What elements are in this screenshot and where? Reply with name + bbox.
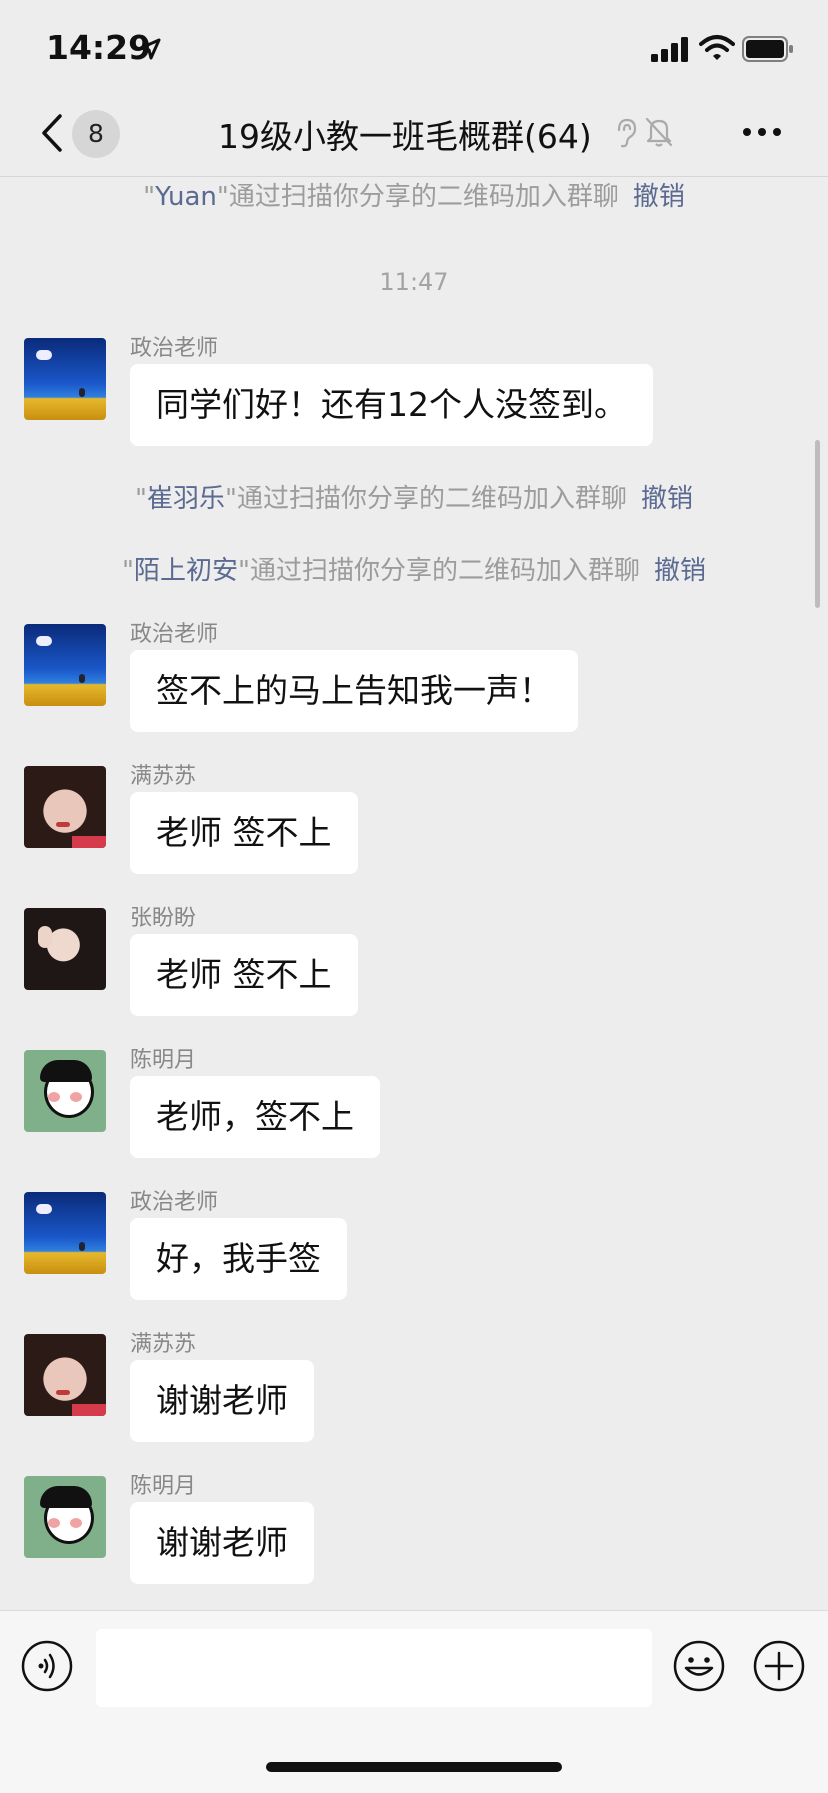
shirt-shape xyxy=(72,1404,106,1416)
avatar[interactable] xyxy=(24,1192,106,1274)
emoji-icon[interactable] xyxy=(672,1639,726,1693)
more-dots-icon[interactable] xyxy=(742,126,782,138)
tree-shape xyxy=(79,1242,85,1251)
wifi-icon xyxy=(699,35,735,60)
chat-header: 8 19级小教一班毛概群(64) xyxy=(0,100,828,177)
system-join-message: "崔羽乐"通过扫描你分享的二维码加入群聊 撤销 xyxy=(0,478,828,515)
avatar[interactable] xyxy=(24,766,106,848)
message-bubble[interactable]: 谢谢老师 xyxy=(130,1360,314,1442)
message-bubble[interactable]: 谢谢老师 xyxy=(130,1502,314,1584)
avatar[interactable] xyxy=(24,624,106,706)
hand-shape xyxy=(38,926,52,948)
message-bubble[interactable]: 签不上的马上告知我一声！ xyxy=(130,650,578,732)
unread-count-badge[interactable]: 8 xyxy=(72,110,120,158)
voice-icon[interactable] xyxy=(20,1639,74,1693)
chat-message: 陈明月 老师，签不上 xyxy=(0,1048,828,1158)
quote-open: " xyxy=(122,556,134,586)
scroll-indicator[interactable] xyxy=(815,440,820,608)
joined-member-name[interactable]: Yuan xyxy=(155,182,217,212)
message-bubble[interactable]: 老师 签不上 xyxy=(130,934,358,1016)
revoke-link[interactable]: 撤销 xyxy=(641,484,693,514)
chat-message: 张盼盼 老师 签不上 xyxy=(0,906,828,1016)
sender-name: 政治老师 xyxy=(130,336,219,361)
quote-open: " xyxy=(143,182,156,212)
cloud-shape xyxy=(36,1204,52,1214)
sender-name: 满苏苏 xyxy=(130,1332,197,1357)
bell-slash-icon xyxy=(645,117,673,147)
chat-message: 政治老师 同学们好！还有12个人没签到。 xyxy=(0,336,828,446)
avatar[interactable] xyxy=(24,1050,106,1132)
sender-name: 政治老师 xyxy=(130,622,219,647)
cloud-shape xyxy=(36,350,52,360)
tree-shape xyxy=(79,674,85,683)
system-text: 通过扫描你分享的二维码加入群聊 xyxy=(249,556,640,586)
avatar[interactable] xyxy=(24,908,106,990)
system-join-message: "陌上初安"通过扫描你分享的二维码加入群聊 撤销 xyxy=(0,550,828,587)
quote-close: " xyxy=(224,484,237,514)
chat-title[interactable]: 19级小教一班毛概群(64) xyxy=(218,110,592,158)
quote-close: " xyxy=(237,556,250,586)
lip-shape xyxy=(56,822,70,827)
chat-message: 政治老师 签不上的马上告知我一声！ xyxy=(0,622,828,732)
chat-message: 政治老师 好，我手签 xyxy=(0,1190,828,1300)
chat-message: 满苏苏 老师 签不上 xyxy=(0,764,828,874)
chat-message: 满苏苏 谢谢老师 xyxy=(0,1332,828,1442)
status-time: 14:29 xyxy=(46,28,152,67)
shirt-shape xyxy=(72,836,106,848)
quote-open: " xyxy=(135,484,147,514)
message-bubble[interactable]: 好，我手签 xyxy=(130,1218,347,1300)
cloud-shape xyxy=(36,636,52,646)
home-indicator[interactable] xyxy=(266,1762,562,1772)
cellular-signal-icon xyxy=(651,37,688,62)
chevron-left-icon[interactable] xyxy=(38,112,66,154)
sender-name: 张盼盼 xyxy=(130,906,197,931)
joined-member-name[interactable]: 陌上初安 xyxy=(134,556,238,586)
chat-message: 陈明月 谢谢老师 xyxy=(0,1474,828,1584)
timestamp: 11:47 xyxy=(379,268,449,296)
tree-shape xyxy=(79,388,85,397)
message-input[interactable] xyxy=(96,1629,652,1707)
quote-close: " xyxy=(216,182,229,212)
joined-member-name[interactable]: 崔羽乐 xyxy=(147,484,225,514)
cartoon-cheek xyxy=(48,1518,60,1528)
message-bubble[interactable]: 老师 签不上 xyxy=(130,792,358,874)
message-bubble[interactable]: 老师，签不上 xyxy=(130,1076,380,1158)
avatar[interactable] xyxy=(24,1334,106,1416)
lip-shape xyxy=(56,1390,70,1395)
sender-name: 陈明月 xyxy=(130,1048,197,1073)
cartoon-hat xyxy=(40,1486,92,1508)
sender-name: 满苏苏 xyxy=(130,764,197,789)
plus-icon[interactable] xyxy=(752,1639,806,1693)
system-text: 通过扫描你分享的二维码加入群聊 xyxy=(236,484,627,514)
location-arrow-icon xyxy=(139,38,161,60)
avatar[interactable] xyxy=(24,1476,106,1558)
system-text: 通过扫描你分享的二维码加入群聊 xyxy=(228,182,619,212)
sender-name: 陈明月 xyxy=(130,1474,197,1499)
revoke-link[interactable]: 撤销 xyxy=(654,556,706,586)
message-bubble[interactable]: 同学们好！还有12个人没签到。 xyxy=(130,364,653,446)
cartoon-hat xyxy=(40,1060,92,1082)
cartoon-cheek xyxy=(70,1518,82,1528)
system-join-message: "Yuan"通过扫描你分享的二维码加入群聊 撤销 xyxy=(0,176,828,213)
avatar[interactable] xyxy=(24,338,106,420)
battery-icon xyxy=(742,36,793,62)
revoke-link[interactable]: 撤销 xyxy=(633,182,685,212)
status-bar: 14:29 xyxy=(0,0,828,100)
ear-icon xyxy=(617,118,637,148)
cartoon-cheek xyxy=(48,1092,60,1102)
sender-name: 政治老师 xyxy=(130,1190,219,1215)
cartoon-cheek xyxy=(70,1092,82,1102)
